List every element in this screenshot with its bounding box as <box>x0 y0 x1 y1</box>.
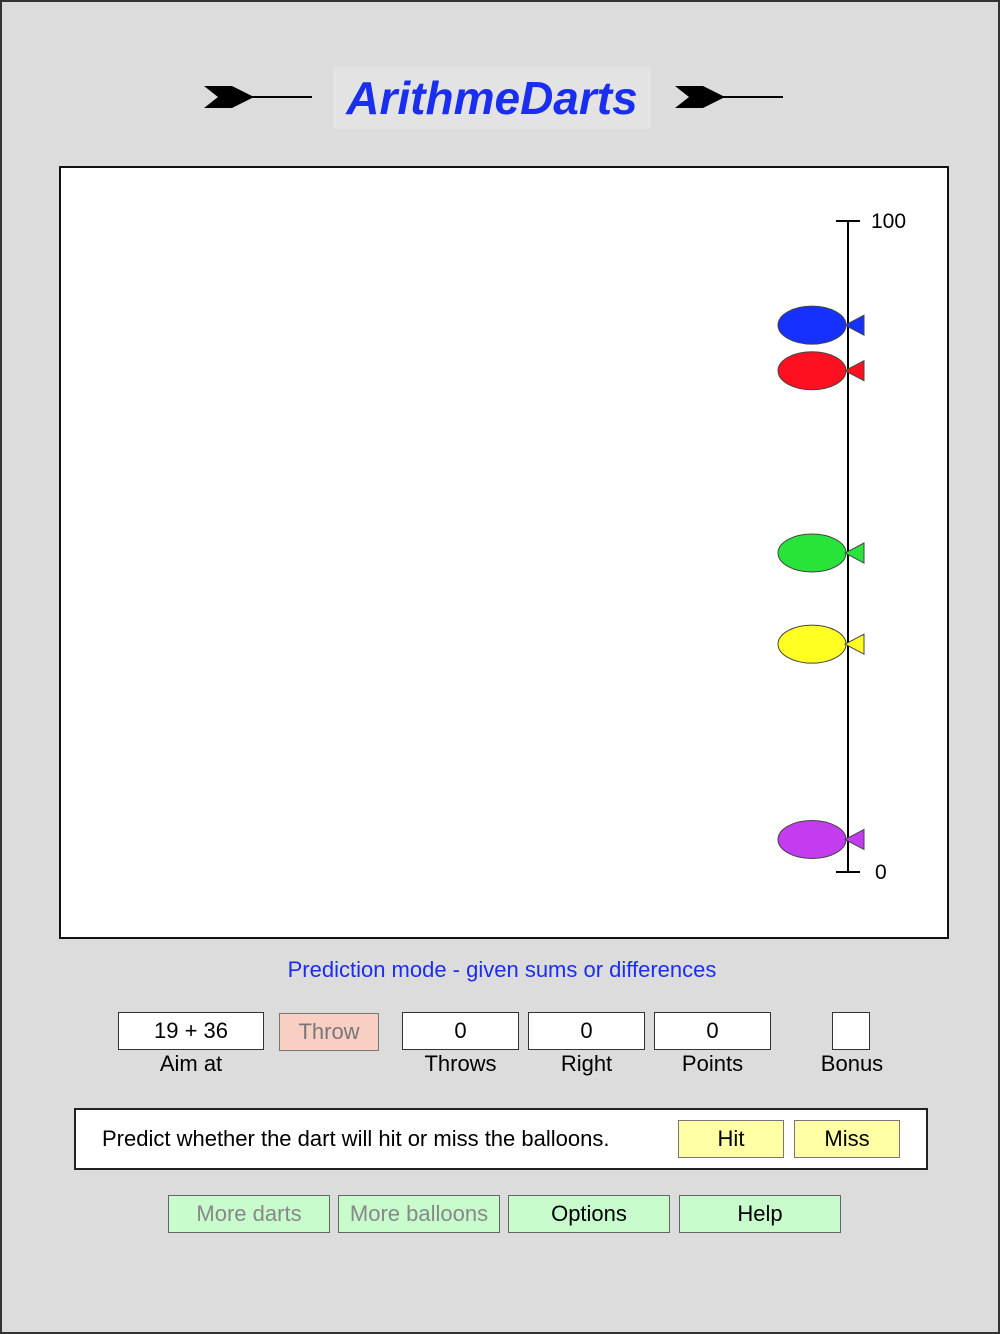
points-label: Points <box>681 1051 744 1076</box>
balloon <box>777 351 865 391</box>
scale-min-label: 0 <box>875 861 887 884</box>
aim-label: Aim at <box>159 1051 223 1076</box>
throws-label: Throws <box>424 1051 497 1076</box>
more-balloons-button[interactable]: More balloons <box>338 1195 500 1233</box>
hit-button[interactable]: Hit <box>678 1120 784 1158</box>
prediction-panel: Predict whether the dart will hit or mis… <box>74 1108 928 1170</box>
right-field: 0 <box>528 1012 645 1050</box>
throw-button[interactable]: Throw <box>279 1013 379 1051</box>
options-button[interactable]: Options <box>508 1195 670 1233</box>
more-darts-button[interactable]: More darts <box>168 1195 330 1233</box>
dart-left-icon <box>204 86 312 108</box>
balloon <box>777 305 865 345</box>
points-field: 0 <box>654 1012 771 1050</box>
scale-graphic: 100 0 <box>777 210 906 884</box>
app-window: ArithmeDarts 100 0 Prediction mode - giv… <box>0 0 1000 1334</box>
right-label: Right <box>560 1051 613 1076</box>
bonus-field <box>832 1012 870 1050</box>
balloon <box>777 624 865 664</box>
bonus-label: Bonus <box>820 1051 884 1076</box>
dart-field[interactable]: 100 0 <box>59 166 949 939</box>
throws-field: 0 <box>402 1012 519 1050</box>
balloon <box>777 533 865 573</box>
scale-max-label: 100 <box>871 210 906 233</box>
prediction-prompt: Predict whether the dart will hit or mis… <box>102 1126 610 1151</box>
aim-field[interactable]: 19 + 36 <box>118 1012 264 1050</box>
mode-text: Prediction mode - given sums or differen… <box>287 957 717 982</box>
balloon-layer <box>777 305 865 859</box>
balloon <box>777 819 865 859</box>
dart-right-icon <box>675 86 783 108</box>
miss-button[interactable]: Miss <box>794 1120 900 1158</box>
app-title: ArithmeDarts <box>333 67 651 129</box>
help-button[interactable]: Help <box>679 1195 841 1233</box>
title-row: ArithmeDarts <box>2 62 1000 132</box>
